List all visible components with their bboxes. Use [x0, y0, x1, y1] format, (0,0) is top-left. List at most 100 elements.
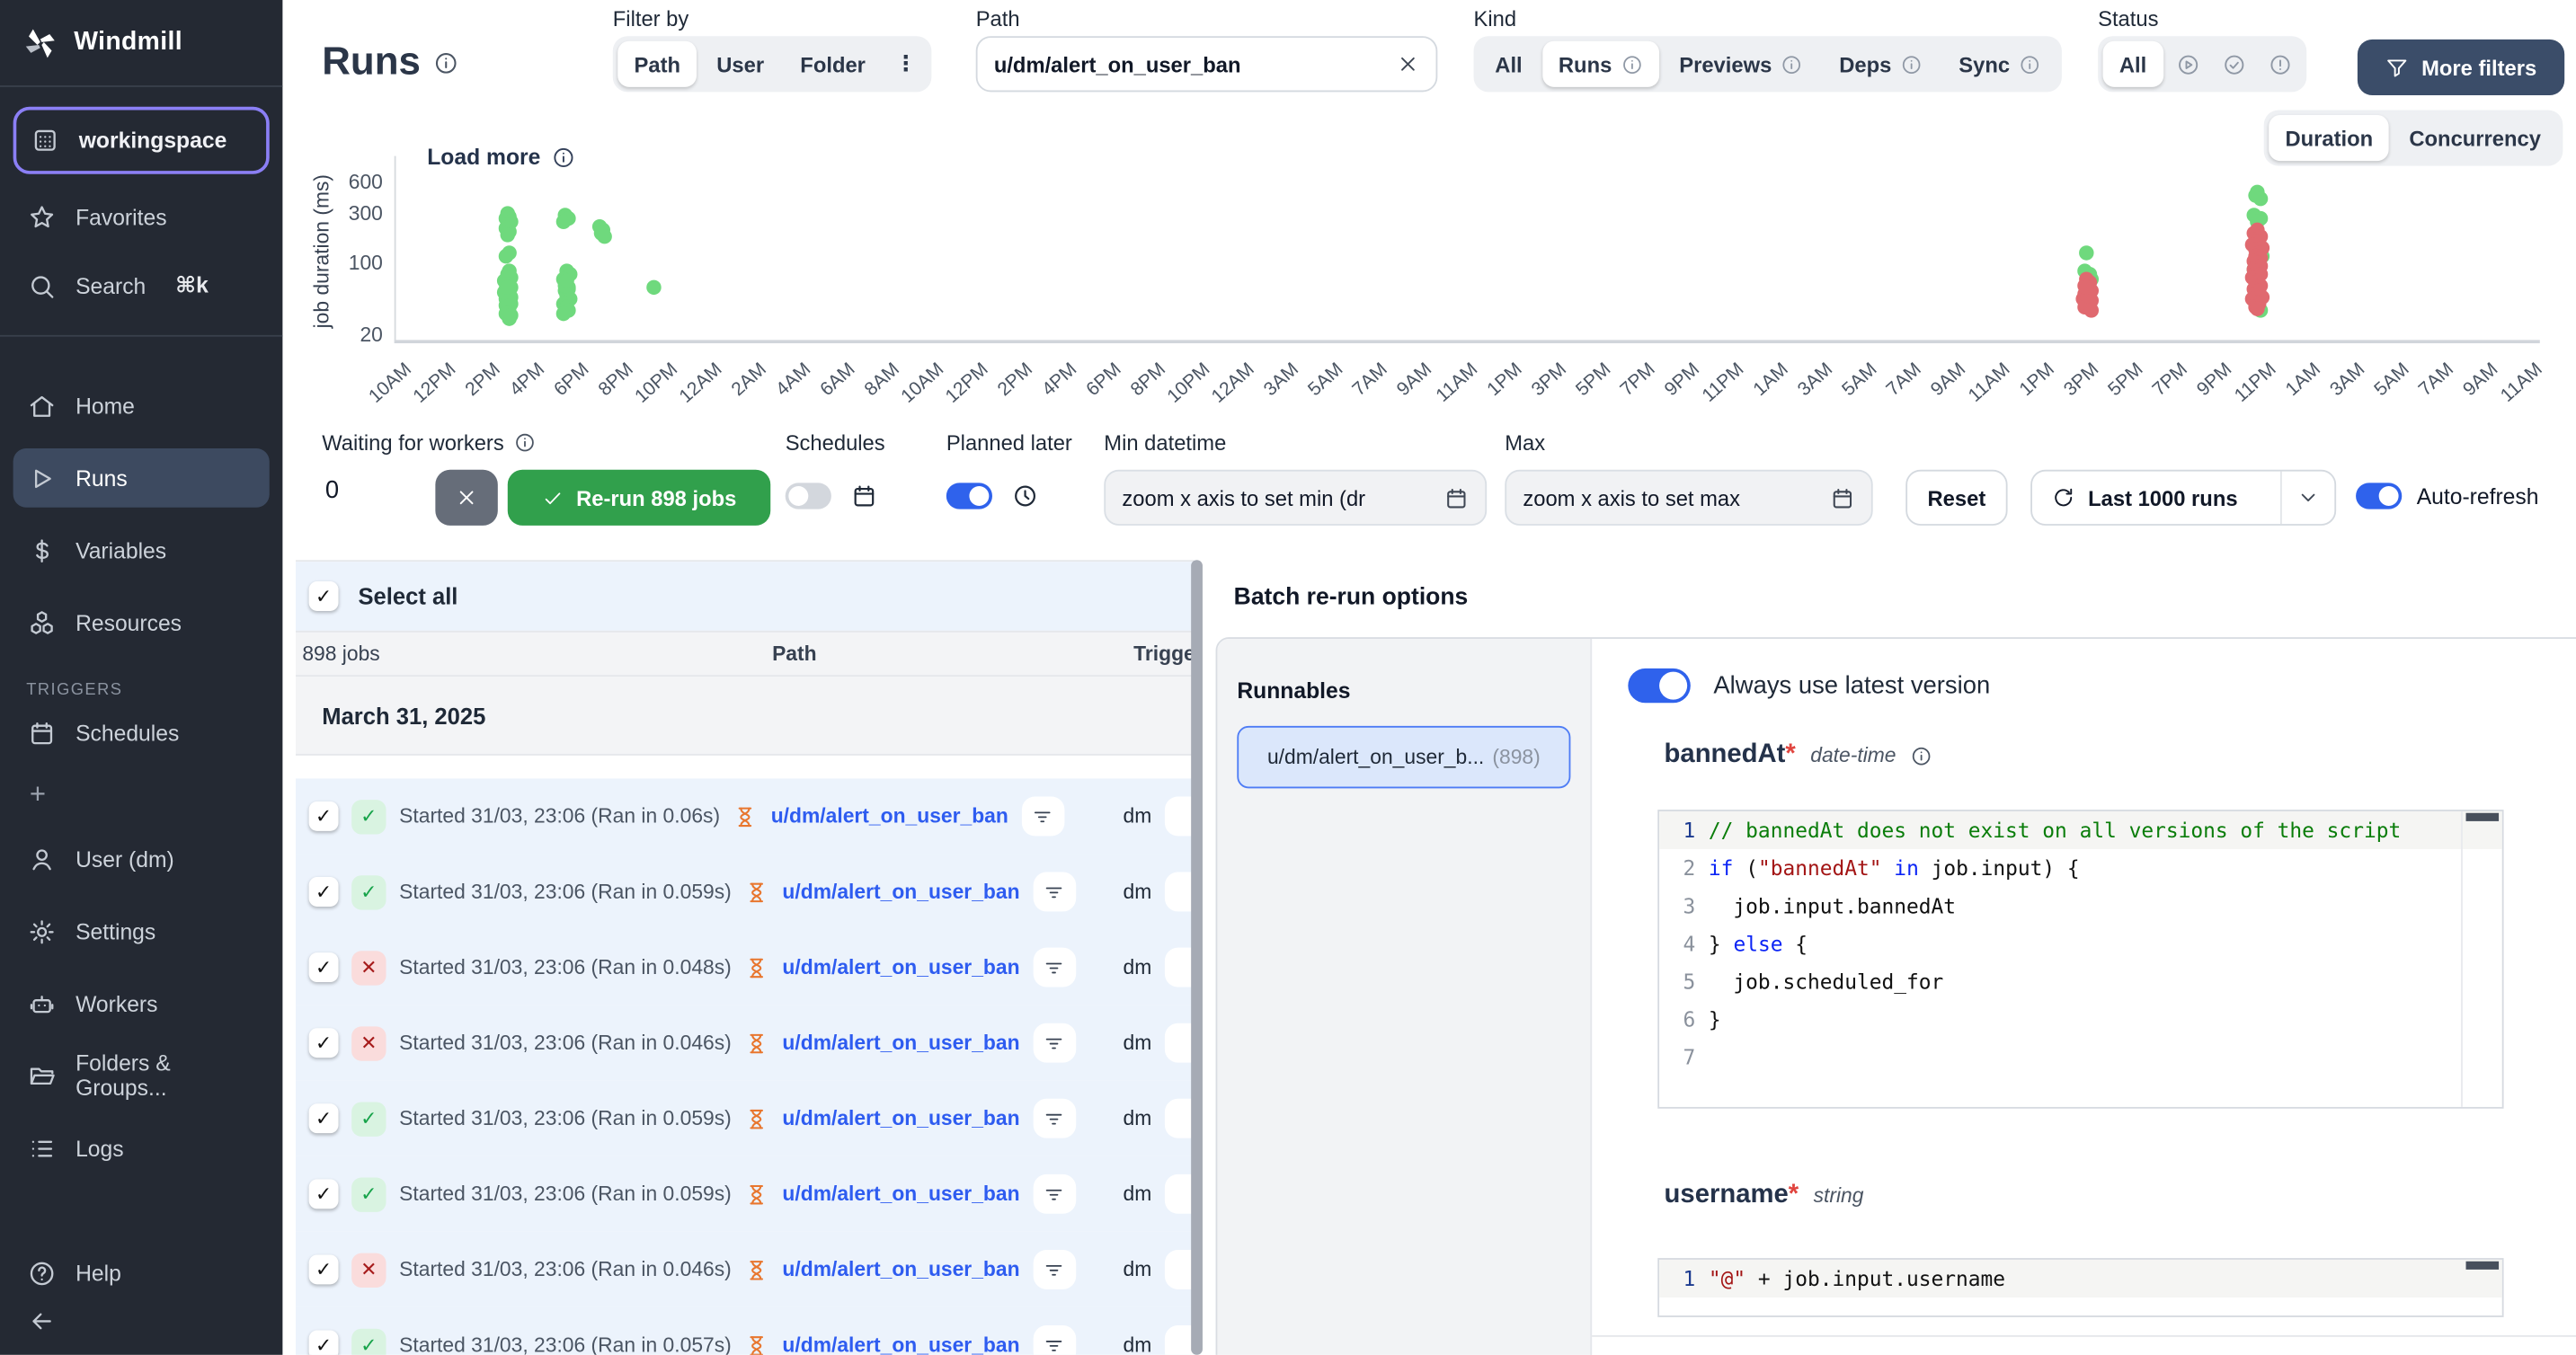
app-logo[interactable]: Windmill — [0, 0, 282, 87]
job-path-link[interactable]: u/dm/alert_on_user_ban — [782, 956, 1019, 979]
sidebar-item-resources[interactable]: Resources — [13, 596, 270, 648]
job-path-link[interactable]: u/dm/alert_on_user_ban — [782, 1107, 1019, 1130]
bannedAt-code-editor[interactable]: 1// bannedAt does not exist on all versi… — [1657, 810, 2503, 1109]
sidebar-item-workers[interactable]: Workers — [13, 978, 270, 1030]
row-checkbox[interactable]: ✓ — [309, 1179, 339, 1209]
row-checkbox[interactable]: ✓ — [309, 1028, 339, 1058]
more-filters-button[interactable]: More filters — [2358, 40, 2564, 95]
cancel-selection-button[interactable] — [435, 470, 497, 526]
row-checkbox[interactable]: ✓ — [309, 877, 339, 907]
clear-path-icon[interactable] — [1395, 52, 1419, 76]
filter-tab-user[interactable]: User — [700, 41, 780, 87]
sidebar-item-variables[interactable]: Variables — [13, 524, 270, 576]
row-checkbox[interactable]: ✓ — [309, 952, 339, 982]
status-tab-success[interactable] — [2212, 41, 2255, 87]
schedules-toggle[interactable] — [786, 483, 831, 509]
table-row[interactable]: ✓✓Started 31/03, 23:06 (Ran in 0.059s)u/… — [296, 1081, 1195, 1156]
code-line[interactable]: 7 — [1659, 1038, 2502, 1076]
code-line[interactable]: 1"@" + job.input.username — [1659, 1260, 2502, 1297]
filter-by-path-button[interactable] — [1033, 1325, 1076, 1355]
runs-info-icon[interactable] — [434, 50, 458, 75]
sidebar-item-folders-groups[interactable]: Folders & Groups... — [13, 1049, 270, 1102]
sidebar-item-help[interactable]: Help — [13, 1246, 270, 1298]
job-path-link[interactable]: u/dm/alert_on_user_ban — [782, 1333, 1019, 1355]
row-checkbox[interactable]: ✓ — [309, 1331, 339, 1355]
username-code-editor[interactable]: 1"@" + job.input.username — [1657, 1258, 2503, 1317]
planned-later-toggle[interactable] — [946, 483, 992, 509]
row-action-button[interactable] — [1165, 872, 1195, 912]
job-path-link[interactable]: u/dm/alert_on_user_ban — [782, 1182, 1019, 1206]
runnable-item[interactable]: u/dm/alert_on_user_b... (898) — [1237, 726, 1570, 788]
job-dot-success[interactable] — [559, 273, 573, 288]
row-checkbox[interactable]: ✓ — [309, 1254, 339, 1284]
always-latest-toggle[interactable] — [1628, 669, 1690, 703]
filter-by-path-button[interactable] — [1033, 948, 1076, 987]
job-path-link[interactable]: u/dm/alert_on_user_ban — [782, 1258, 1019, 1281]
row-action-button[interactable] — [1165, 948, 1195, 987]
editor-hscrollbar[interactable] — [2466, 1262, 2500, 1270]
code-line[interactable]: 5 job.scheduled_for — [1659, 962, 2502, 1000]
filter-by-path-button[interactable] — [1033, 1099, 1076, 1138]
runs-range-dropdown[interactable] — [2282, 472, 2334, 524]
sidebar-item-user[interactable]: User (dm) — [13, 833, 270, 885]
code-line[interactable]: 4} else { — [1659, 925, 2502, 962]
filter-by-path-button[interactable] — [1033, 1023, 1076, 1063]
reset-button[interactable]: Reset — [1905, 470, 2007, 526]
filter-tab-path[interactable]: Path — [617, 41, 697, 87]
select-all-checkbox[interactable]: ✓ — [309, 581, 339, 611]
calendar-icon[interactable] — [851, 483, 877, 509]
job-dot-success[interactable] — [597, 229, 611, 244]
job-path-link[interactable]: u/dm/alert_on_user_ban — [771, 805, 1008, 828]
row-action-button[interactable] — [1165, 1023, 1195, 1063]
info-icon[interactable] — [514, 432, 536, 454]
sidebar-item-settings[interactable]: Settings — [13, 905, 270, 957]
row-action-button[interactable] — [1165, 1250, 1195, 1289]
kind-tab-sync[interactable]: Sync — [1942, 41, 2057, 87]
kind-tab-all[interactable]: All — [1479, 41, 1539, 87]
job-dot-success[interactable] — [556, 307, 571, 322]
row-action-button[interactable] — [1165, 1099, 1195, 1138]
code-line[interactable]: 6} — [1659, 1000, 2502, 1038]
row-checkbox[interactable]: ✓ — [309, 1103, 339, 1133]
filter-by-path-button[interactable] — [1033, 1250, 1076, 1289]
calendar-icon[interactable] — [1444, 485, 1469, 509]
table-row[interactable]: ✓✕Started 31/03, 23:06 (Ran in 0.048s)u/… — [296, 930, 1195, 1005]
last-runs-button[interactable]: Last 1000 runs — [2032, 472, 2282, 524]
sidebar-item-runs[interactable]: Runs — [13, 448, 270, 508]
table-row[interactable]: ✓✓Started 31/03, 23:06 (Ran in 0.06s)u/d… — [296, 778, 1195, 854]
add-trigger-button[interactable]: + — [13, 775, 270, 815]
job-dot-failure[interactable] — [2083, 303, 2098, 317]
sidebar-item-search[interactable]: Search ⌘k — [13, 260, 270, 312]
table-row[interactable]: ✓✓Started 31/03, 23:06 (Ran in 0.057s)u/… — [296, 1307, 1195, 1355]
sidebar-item-favorites[interactable]: Favorites — [13, 190, 270, 243]
filter-by-path-button[interactable] — [1033, 872, 1076, 912]
duration-tab[interactable]: Duration — [2269, 115, 2389, 161]
code-line[interactable]: 3 job.input.bannedAt — [1659, 887, 2502, 925]
job-dot-failure[interactable] — [2251, 302, 2265, 316]
rerun-jobs-button[interactable]: Re-run 898 jobs — [508, 470, 770, 526]
job-dot-success[interactable] — [2252, 192, 2267, 207]
job-dot-success[interactable] — [646, 280, 661, 295]
workspace-selector[interactable]: workingspace — [13, 107, 270, 174]
sidebar-item-logs[interactable]: Logs — [13, 1121, 270, 1173]
filter-tab-folder[interactable]: Folder — [784, 41, 882, 87]
status-tab-running[interactable] — [2166, 41, 2209, 87]
duration-scatter-chart[interactable]: 6003001002010AM12PM2PM4PM6PM8PM10PM12AM2… — [395, 156, 2540, 343]
job-dot-success[interactable] — [2080, 245, 2094, 260]
info-icon[interactable] — [1911, 745, 1932, 766]
job-dot-success[interactable] — [556, 214, 571, 228]
table-row[interactable]: ✓✓Started 31/03, 23:06 (Ran in 0.059s)u/… — [296, 854, 1195, 929]
job-dot-success[interactable] — [499, 250, 513, 264]
table-row[interactable]: ✓✕Started 31/03, 23:06 (Ran in 0.046s)u/… — [296, 1005, 1195, 1081]
job-dot-success[interactable] — [501, 227, 515, 242]
job-path-link[interactable]: u/dm/alert_on_user_ban — [782, 881, 1019, 904]
calendar-icon[interactable] — [1830, 485, 1854, 509]
row-action-button[interactable] — [1165, 1174, 1195, 1214]
job-dot-success[interactable] — [502, 311, 516, 325]
table-scrollbar[interactable] — [1191, 560, 1203, 1355]
path-input[interactable]: u/dm/alert_on_user_ban — [976, 36, 1438, 92]
job-dot-failure[interactable] — [2080, 280, 2094, 295]
table-row[interactable]: ✓✕Started 31/03, 23:06 (Ran in 0.046s)u/… — [296, 1232, 1195, 1307]
sidebar-item-schedules[interactable]: Schedules — [13, 706, 270, 758]
filter-by-path-button[interactable] — [1033, 1174, 1076, 1214]
